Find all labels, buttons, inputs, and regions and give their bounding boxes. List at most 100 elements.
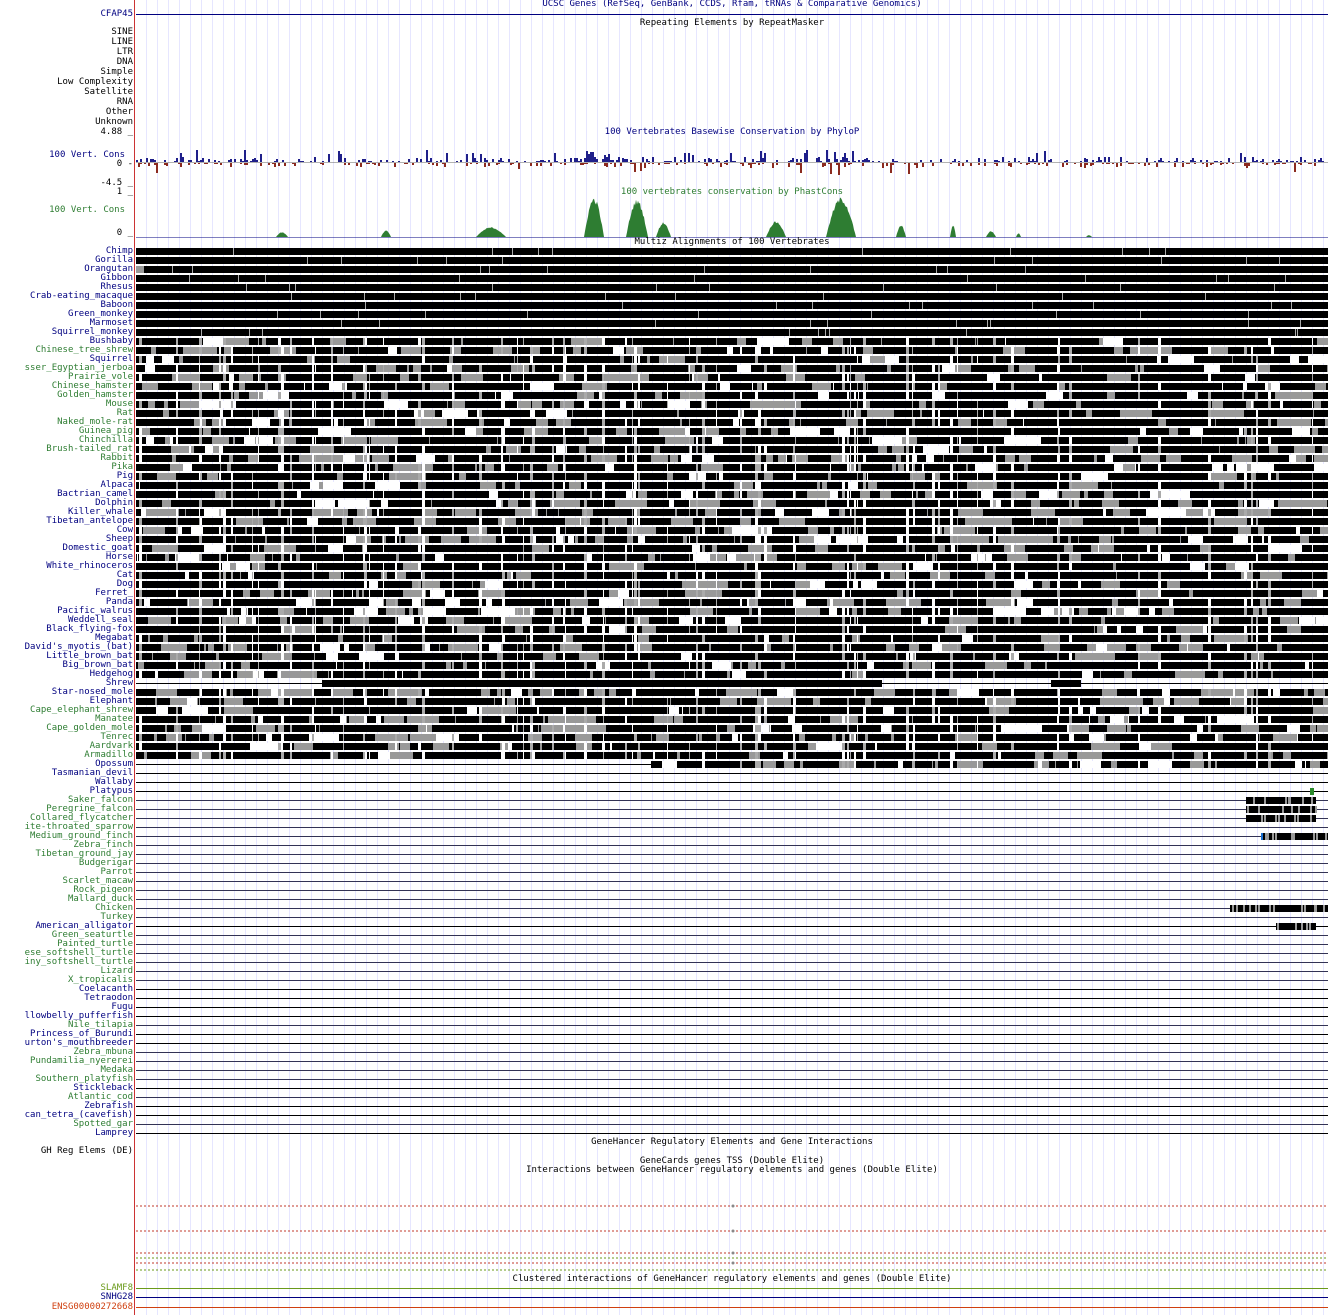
phylop-bar [544,161,546,162]
repeat-class-unknown: Unknown [95,117,133,127]
phylop-bar [570,158,572,162]
phylop-bar [136,160,138,162]
phylop-bar [1086,159,1088,162]
phylop-bar [302,161,304,162]
phylop-bar [658,163,660,165]
phylop-bar [1244,157,1246,162]
phylop-bar [394,163,396,167]
phylop-bar [1168,161,1170,162]
phylop-bar [278,163,280,166]
phastcons-zero-label: 0 _ [116,228,133,238]
species-label[interactable]: Lamprey [95,1129,133,1138]
gene-label-snhg28[interactable]: SNHG28 [100,1293,133,1302]
multiz-row [136,761,1328,768]
gene-label-cfap45[interactable]: CFAP45 [100,10,133,19]
phylop-bar [666,161,668,162]
phylop-bar [734,161,736,162]
phylop-bar [198,163,200,164]
phylop-bar [512,163,514,164]
phylop-bar [1190,160,1192,162]
phylop-bar [1174,161,1176,162]
phylop-bar [830,163,832,174]
phylop-bar [750,163,752,168]
phylop-bar [644,163,646,168]
gene-cfap45-line[interactable] [136,14,1328,15]
phylop-bar [624,159,626,162]
multiz-row [136,833,1328,840]
phylop-bar [586,163,588,164]
multiz-row [136,905,1328,912]
phylop-bar [274,163,276,167]
genome-browser-image[interactable]: UCSC Genes (RefSeq, GenBank, CCDS, Rfam,… [0,0,1329,1315]
phylop-bar [914,163,916,165]
phylop-bar [1066,163,1068,165]
gene-snhg28-line[interactable] [136,1297,1328,1298]
phylop-wiggle[interactable] [136,140,1328,185]
multiz-row [136,581,1328,588]
phylop-bar [466,163,468,166]
phylop-bar [754,163,756,164]
phylop-bar [740,163,742,164]
phylop-bar [486,160,488,162]
gene-ensg00000272668-line[interactable] [136,1307,1328,1308]
phylop-bar [540,160,542,162]
phylop-bar [540,163,542,166]
phylop-bar [584,158,586,162]
gene-slamf8-line[interactable] [136,1288,1328,1289]
phylop-bar [292,163,294,164]
phylop-bar [1116,163,1118,167]
phylop-bar [246,160,248,162]
phastcons-track-label[interactable]: 100 Vert. Cons [49,206,125,215]
phylop-bar [298,159,300,162]
multiz-row [136,374,1328,381]
phylop-bar [1220,161,1222,162]
multiz-row [136,347,1328,354]
multiz-alignment[interactable] [136,247,1328,1138]
phylop-bar [816,158,818,162]
phylop-bar [822,163,824,167]
multiz-row [136,320,1328,327]
multiz-row [136,554,1328,561]
phylop-bar [1046,163,1048,166]
phylop-bar [548,160,550,162]
phylop-bar [680,160,682,162]
phylop-bar [800,159,802,162]
phastcons-wiggle[interactable] [136,196,1328,238]
phylop-bar [1256,160,1258,162]
repeat-class-rna: RNA [116,97,133,107]
phylop-bar [412,163,414,165]
phylop-bar [648,163,650,164]
multiz-row [136,482,1328,489]
phylop-bar [920,160,922,162]
phylop-bar [538,161,540,162]
phylop-bar [916,163,918,168]
gene-label-ensg00000272668[interactable]: ENSG00000272668 [52,1303,133,1312]
phylop-bar [792,158,794,162]
multiz-row [136,797,1328,804]
phylop-bar [1278,159,1280,162]
phylop-bar [620,163,622,166]
phylop-bar [198,161,200,162]
phylop-zero-label: 0 - [116,159,133,169]
phylop-bar [762,158,764,162]
phylop-bar [1314,159,1316,162]
phylop-bar [862,163,864,166]
gh-reg-elems-label[interactable]: GH Reg Elems (DE) [41,1147,133,1156]
phylop-bar [1096,161,1098,162]
phylop-bar [206,163,208,164]
genehancer-interactions[interactable] [136,1200,1328,1272]
phylop-track-label[interactable]: 100 Vert. Cons [49,151,125,160]
phylop-bar [676,163,678,165]
phylop-bar [420,159,422,162]
multiz-row [136,689,1328,696]
phylop-bar [1296,161,1298,162]
phylop-bar [804,153,806,162]
phylop-bar [174,161,176,162]
phylop-bar [294,163,296,166]
phylop-bar [848,163,850,165]
phylop-bar [1126,161,1128,162]
phylop-bar [1222,163,1224,164]
phylop-bar [674,157,676,162]
phylop-bar [788,163,790,167]
phylop-bar [1232,163,1234,164]
